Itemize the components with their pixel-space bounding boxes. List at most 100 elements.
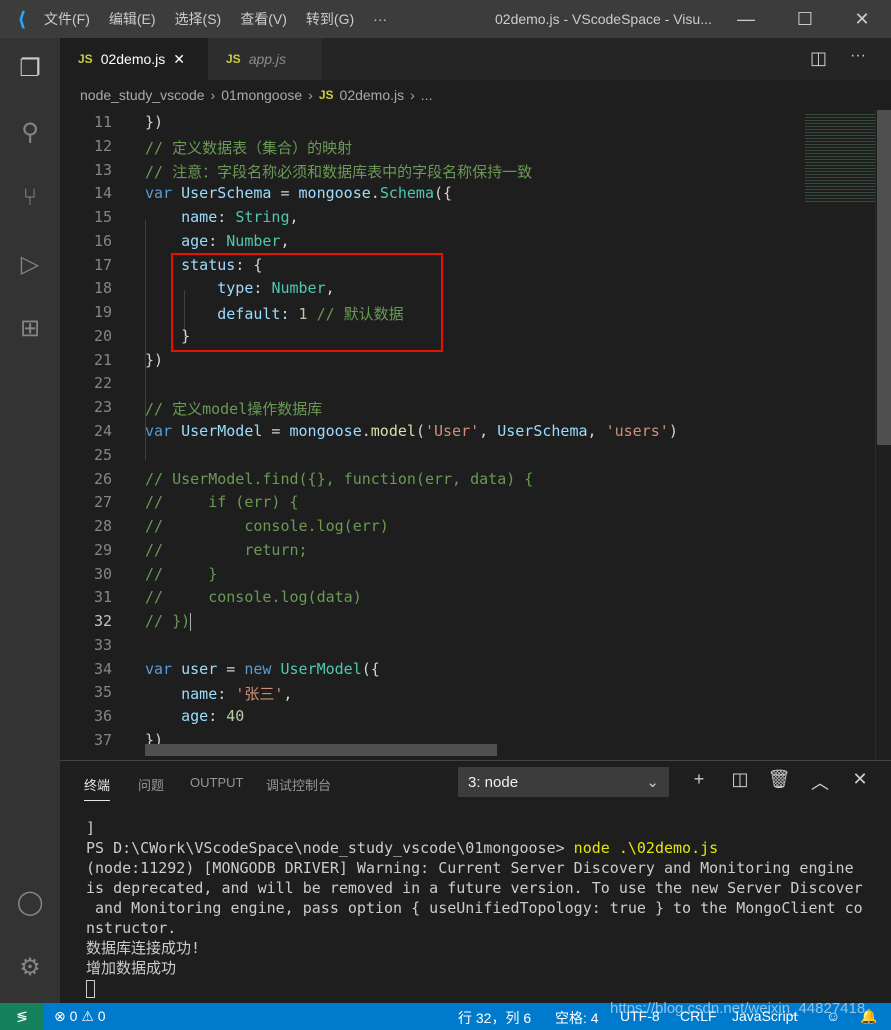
- code-token: Schema: [379, 184, 434, 203]
- code-token: =: [271, 184, 299, 203]
- tab-debug-console[interactable]: 调试控制台: [266, 775, 331, 794]
- extensions-icon[interactable]: ⊞: [0, 304, 60, 352]
- code-token: (: [415, 422, 425, 440]
- terminal-line: 数据库连接成功!: [86, 939, 201, 957]
- source-control-icon[interactable]: ⑂: [0, 174, 60, 222]
- explorer-icon[interactable]: ❐: [0, 44, 60, 92]
- code-token: // }): [145, 612, 191, 631]
- code-token: var: [145, 422, 182, 440]
- terminal-output[interactable]: ] PS D:\CWork\VScodeSpace\node_study_vsco…: [86, 818, 863, 998]
- line-number: 25: [93, 445, 112, 464]
- code-line: }): [145, 113, 163, 131]
- code-token: name: [181, 685, 218, 704]
- menu-bar: 文件(F) 编辑(E) 选择(S) 查看(V) 转到(G) ···: [44, 9, 406, 29]
- close-icon[interactable]: ✕: [848, 769, 872, 793]
- code-token: // 定义数据表（集合）的映射: [145, 138, 353, 157]
- minimap[interactable]: [800, 110, 875, 760]
- code-token: String: [235, 208, 290, 227]
- tab-terminal[interactable]: 终端: [84, 775, 111, 801]
- terminal-prompt: PS D:\CWork\VScodeSpace\node_study_vscod…: [86, 839, 574, 857]
- code-line: name: '张三',: [145, 683, 292, 704]
- indentation[interactable]: 空格: 4: [555, 1008, 599, 1028]
- terminal-select[interactable]: 3: node ⌄: [458, 767, 669, 797]
- code-token: }): [145, 350, 164, 369]
- js-file-icon: JS: [318, 88, 334, 102]
- line-number: 29: [93, 540, 112, 559]
- tab-output[interactable]: OUTPUT: [190, 775, 243, 790]
- code-line: // console.log(data): [145, 588, 362, 606]
- menu-more[interactable]: ···: [373, 11, 387, 27]
- terminal-line: PS D:\CWork\VScodeSpace\node_study_vscod…: [86, 838, 863, 858]
- code-line: // 定义model操作数据库: [145, 398, 322, 419]
- minimize-button[interactable]: —: [717, 0, 775, 38]
- add-icon[interactable]: +: [687, 769, 711, 793]
- maximize-chevron-up-icon[interactable]: ︿: [808, 769, 832, 793]
- split-editor-icon[interactable]: ◫: [810, 48, 827, 69]
- close-window-button[interactable]: ✕: [833, 0, 891, 38]
- code-token: age: [181, 707, 209, 726]
- terminal-command: node .\02demo.js: [573, 839, 719, 857]
- tab-problems[interactable]: 问题: [138, 775, 164, 794]
- settings-gear-icon[interactable]: ⚙: [0, 943, 60, 991]
- line-number: 16: [93, 231, 112, 250]
- more-actions-icon[interactable]: ···: [850, 47, 866, 65]
- code-line: age: 40: [145, 707, 244, 725]
- terminal-line: ]: [86, 819, 96, 837]
- code-token: }): [145, 113, 164, 131]
- problems-status[interactable]: ⊗ 0 ⚠ 0: [54, 1008, 106, 1025]
- line-number: 22: [93, 374, 112, 393]
- code-token: // console.log(data): [145, 588, 362, 607]
- code-token: :: [208, 707, 227, 726]
- menu-file[interactable]: 文件(F): [44, 11, 90, 27]
- vscode-logo-icon: ⟨: [17, 8, 27, 31]
- tab-app-js[interactable]: JS app.js: [208, 38, 322, 80]
- line-number: 32: [93, 612, 112, 631]
- code-token: new: [244, 659, 281, 678]
- code-line: var user = new UserModel({: [145, 660, 380, 678]
- code-token: 'users': [605, 422, 669, 440]
- breadcrumb-item[interactable]: node_study_vscode: [80, 87, 205, 103]
- editor-horizontal-scrollbar[interactable]: [145, 744, 497, 756]
- line-number: 19: [93, 303, 112, 322]
- code-token: UserSchema: [497, 422, 588, 440]
- menu-go[interactable]: 转到(G): [306, 11, 354, 27]
- cursor-position[interactable]: 行 32，列 6: [458, 1008, 531, 1028]
- close-tab-icon[interactable]: ✕: [173, 51, 185, 68]
- code-line: var UserSchema = mongoose.Schema({: [145, 184, 452, 202]
- search-icon[interactable]: ⚲: [0, 108, 60, 156]
- code-line: // 定义数据表（集合）的映射: [145, 137, 352, 158]
- breadcrumb-item[interactable]: ...: [421, 87, 433, 103]
- code-token: :: [208, 231, 227, 250]
- maximize-button[interactable]: ☐: [776, 0, 834, 38]
- code-token: // }: [145, 564, 218, 583]
- line-number: 11: [93, 113, 112, 131]
- watermark: https://blog.csdn.net/weixin_44827418: [610, 1000, 866, 1017]
- error-count: 0: [69, 1008, 78, 1024]
- code-editor[interactable]: 11}) 12 // 定义数据表（集合）的映射 13 // 注意：字段名称必须和数据库表…: [60, 110, 800, 760]
- line-number: 21: [93, 350, 112, 369]
- window-title: 02demo.js - VScodeSpace - Visu...: [495, 11, 712, 27]
- remote-icon[interactable]: ≶: [0, 1003, 44, 1030]
- breadcrumb-item[interactable]: 02demo.js: [340, 87, 405, 103]
- line-number: 34: [93, 659, 112, 678]
- account-icon[interactable]: ◯: [0, 878, 60, 926]
- split-icon[interactable]: ◫: [728, 769, 752, 793]
- code-token: :: [217, 208, 236, 227]
- code-token: ,: [283, 685, 293, 704]
- breadcrumb-item[interactable]: 01mongoose: [221, 87, 302, 103]
- menu-selection[interactable]: 选择(S): [175, 11, 222, 27]
- tab-02demo-js[interactable]: JS 02demo.js ✕: [60, 38, 208, 80]
- run-debug-icon[interactable]: ▷: [0, 240, 60, 288]
- editor-scroll-thumb[interactable]: [877, 110, 891, 445]
- code-line: // 注意：字段名称必须和数据库表中的字段名称保持一致: [145, 161, 532, 182]
- trash-icon[interactable]: 🗑: [767, 769, 791, 793]
- code-token: var: [145, 184, 182, 203]
- menu-view[interactable]: 查看(V): [240, 11, 287, 27]
- menu-edit[interactable]: 编辑(E): [109, 11, 156, 27]
- line-number: 28: [93, 517, 112, 536]
- code-token: '张三': [235, 685, 284, 704]
- tab-label: 02demo.js: [100, 51, 166, 67]
- code-token: // 注意：字段名称必须和数据库表中的字段名称保持一致: [145, 162, 533, 181]
